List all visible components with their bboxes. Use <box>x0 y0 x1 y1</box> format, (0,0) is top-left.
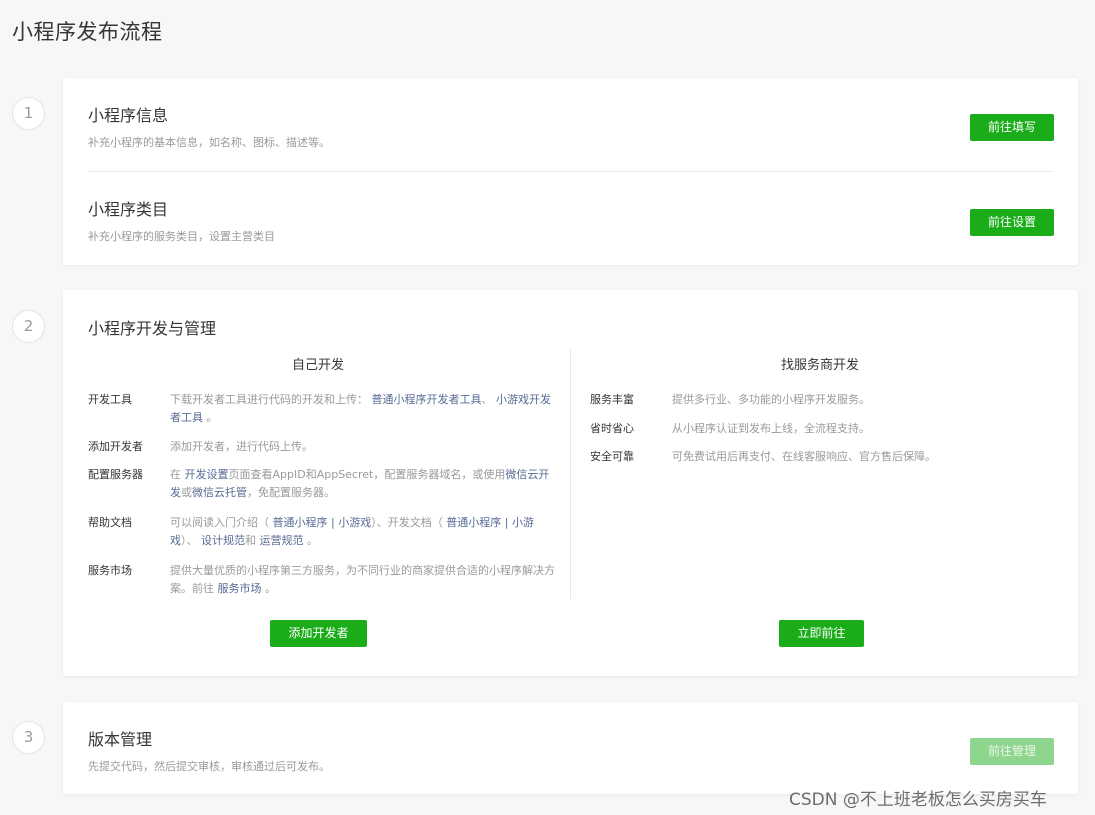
card-version-management: 版本管理 先提交代码，然后提交审核，审核通过后可发布。 前往管理 <box>63 702 1078 794</box>
feature-label: 添加开发者 <box>88 440 143 453</box>
link-dev-settings[interactable]: 开发设置 <box>185 468 229 481</box>
divider <box>88 171 1053 172</box>
feature-text: 和 <box>245 534 256 547</box>
add-developer-button[interactable]: 添加开发者 <box>270 620 367 647</box>
feature-label: 配置服务器 <box>88 468 143 481</box>
provider-dev-title: 找服务商开发 <box>781 358 860 373</box>
info-desc: 补充小程序的基本信息，如名称、图标、描述等。 <box>88 136 330 149</box>
feature-text: 或 <box>181 486 192 499</box>
feature-text: 在 <box>170 468 181 481</box>
self-dev-title: 自己开发 <box>292 358 345 373</box>
feature-text: 页面查看AppID和AppSecret，配置服务器域名，或使用 <box>228 468 506 481</box>
feature-add-developer: 添加开发者 添加开发者，进行代码上传。 <box>88 438 558 458</box>
separator: | <box>331 516 335 529</box>
watermark: CSDN @不上班老板怎么买房买车 <box>789 790 1047 810</box>
feature-label: 帮助文档 <box>88 516 132 529</box>
card-basic-info: 小程序信息 补充小程序的基本信息，如名称、图标、描述等。 前往填写 小程序类目 … <box>63 78 1078 265</box>
feature-safe-reliable: 安全可靠 可免费试用后再支付、在线客服响应、官方售后保障。 <box>590 448 1060 468</box>
row-miniprogram-info: 小程序信息 补充小程序的基本信息，如名称、图标、描述等。 <box>88 102 1053 150</box>
step-number-3: 3 <box>12 721 45 754</box>
category-desc: 补充小程序的服务类目，设置主营类目 <box>88 230 275 243</box>
card-development: 小程序开发与管理 自己开发 开发工具 下载开发者工具进行代码的开发和上传： 普通… <box>63 290 1078 676</box>
feature-text: 提供多行业、多功能的小程序开发服务。 <box>672 393 870 406</box>
category-title: 小程序类目 <box>88 200 169 219</box>
step-number-1: 1 <box>12 97 45 130</box>
feature-text: 可以阅读入门介绍（ <box>170 516 269 529</box>
link-wechat-cloud-hosting[interactable]: 微信云托管 <box>192 486 247 499</box>
link-service-market[interactable]: 服务市场 <box>218 582 262 595</box>
feature-label: 开发工具 <box>88 393 132 406</box>
link-intro-minigame[interactable]: 小游戏 <box>338 516 371 529</box>
link-design-guidelines[interactable]: 设计规范 <box>201 534 245 547</box>
page-title: 小程序发布流程 <box>12 20 163 44</box>
go-now-button[interactable]: 立即前往 <box>779 620 864 647</box>
feature-text: 添加开发者，进行代码上传。 <box>170 440 313 453</box>
feature-configure-server: 配置服务器 在 开发设置页面查看AppID和AppSecret，配置服务器域名，… <box>88 466 558 506</box>
feature-label: 服务丰富 <box>590 393 634 406</box>
feature-time-saving: 省时省心 从小程序认证到发布上线，全流程支持。 <box>590 420 1060 440</box>
link-operation-guidelines[interactable]: 运营规范 <box>260 534 304 547</box>
feature-text: 下载开发者工具进行代码的开发和上传： <box>170 393 368 406</box>
version-desc: 先提交代码，然后提交审核，审核通过后可发布。 <box>88 760 330 773</box>
row-miniprogram-category: 小程序类目 补充小程序的服务类目，设置主营类目 <box>88 196 1053 244</box>
go-fill-button[interactable]: 前往填写 <box>970 114 1054 141</box>
separator: 、 <box>481 393 493 406</box>
link-miniprogram-devtools[interactable]: 普通小程序开发者工具 <box>372 393 482 406</box>
feature-label: 安全可靠 <box>590 450 634 463</box>
feature-service-market: 服务市场 提供大量优质的小程序第三方服务，为不同行业的商家提供合适的小程序解决方… <box>88 562 558 602</box>
go-manage-button[interactable]: 前往管理 <box>970 738 1054 765</box>
version-title: 版本管理 <box>88 730 153 749</box>
info-title: 小程序信息 <box>88 106 169 125</box>
feature-text: ）、开发文档（ <box>371 516 443 529</box>
feature-help-docs: 帮助文档 可以阅读入门介绍（ 普通小程序 | 小游戏）、开发文档（ 普通小程序 … <box>88 514 558 554</box>
punctuation: 。 <box>265 582 276 595</box>
link-docs-miniprogram[interactable]: 普通小程序 <box>446 516 501 529</box>
feature-label: 省时省心 <box>590 422 634 435</box>
punctuation: 。 <box>307 534 318 547</box>
feature-text: 从小程序认证到发布上线，全流程支持。 <box>672 422 870 435</box>
punctuation: 。 <box>206 411 218 424</box>
step-number-2: 2 <box>12 310 45 343</box>
feature-text: ，免配置服务器。 <box>247 486 335 499</box>
link-intro-miniprogram[interactable]: 普通小程序 <box>273 516 328 529</box>
feature-dev-tools: 开发工具 下载开发者工具进行代码的开发和上传： 普通小程序开发者工具、 小游戏开… <box>88 391 558 431</box>
feature-text: ）、 <box>181 534 198 547</box>
row-version-management: 版本管理 先提交代码，然后提交审核，审核通过后可发布。 <box>88 726 1053 774</box>
dev-title: 小程序开发与管理 <box>88 319 217 338</box>
feature-text: 可免费试用后再支付、在线客服响应、官方售后保障。 <box>672 450 936 463</box>
feature-label: 服务市场 <box>88 564 132 577</box>
go-settings-button[interactable]: 前往设置 <box>970 209 1054 236</box>
feature-rich-services: 服务丰富 提供多行业、多功能的小程序开发服务。 <box>590 391 1060 411</box>
separator: | <box>504 516 509 529</box>
column-divider <box>570 349 571 599</box>
